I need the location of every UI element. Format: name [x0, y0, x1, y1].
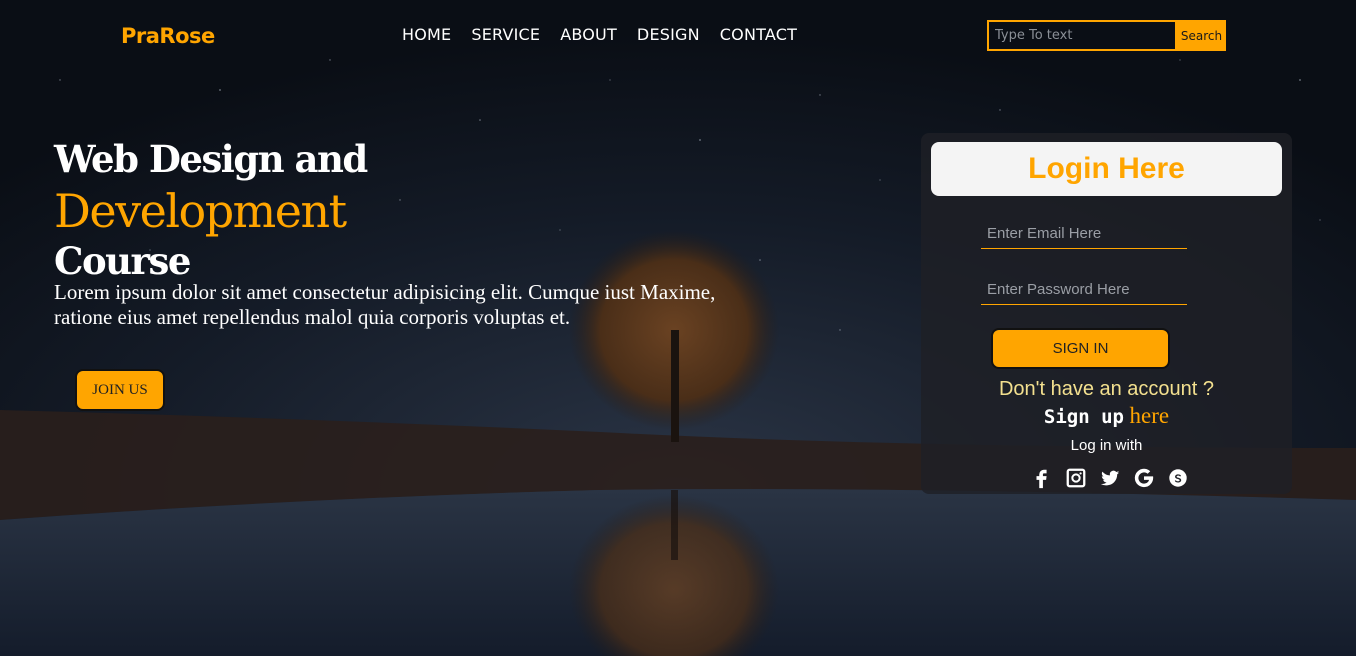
hero-section: Web Design and Development Course Lorem …: [54, 136, 754, 330]
signup-text: Sign up: [1043, 406, 1124, 428]
nav-about[interactable]: ABOUT: [560, 25, 617, 44]
join-us-button[interactable]: JOIN US: [75, 369, 165, 411]
nav-home[interactable]: HOME: [402, 25, 451, 44]
email-field[interactable]: [981, 219, 1187, 249]
login-card: Login Here SIGN IN Don't have an account…: [921, 133, 1292, 494]
nav-design[interactable]: DESIGN: [637, 25, 700, 44]
hero-title-line2: Development: [54, 184, 347, 238]
google-icon[interactable]: [1133, 467, 1155, 489]
login-with-label: Log in with: [1070, 437, 1143, 454]
no-account-text: Don't have an account ?: [998, 378, 1215, 400]
site-logo[interactable]: PraRose: [121, 24, 215, 48]
password-field[interactable]: [981, 275, 1187, 305]
facebook-icon[interactable]: [1031, 467, 1053, 489]
nav-service[interactable]: SERVICE: [471, 25, 540, 44]
signup-line: Sign up here: [921, 403, 1292, 429]
search-bar: Search: [987, 20, 1226, 51]
social-login-icons: [1031, 467, 1189, 489]
twitter-icon[interactable]: [1099, 467, 1121, 489]
hero-paragraph: Lorem ipsum dolor sit amet consectetur a…: [54, 280, 716, 329]
skype-icon[interactable]: [1167, 467, 1189, 489]
sign-in-button[interactable]: SIGN IN: [991, 328, 1170, 369]
nav-contact[interactable]: CONTACT: [720, 25, 797, 44]
signup-link[interactable]: here: [1130, 403, 1170, 428]
main-nav: HOME SERVICE ABOUT DESIGN CONTACT: [402, 25, 817, 44]
instagram-icon[interactable]: [1065, 467, 1087, 489]
hero-title-line3: Course: [54, 239, 191, 283]
search-input[interactable]: [987, 20, 1177, 51]
search-button[interactable]: Search: [1177, 20, 1226, 51]
hero-title-line1: Web Design and: [54, 137, 368, 181]
login-title: Login Here: [931, 142, 1282, 196]
